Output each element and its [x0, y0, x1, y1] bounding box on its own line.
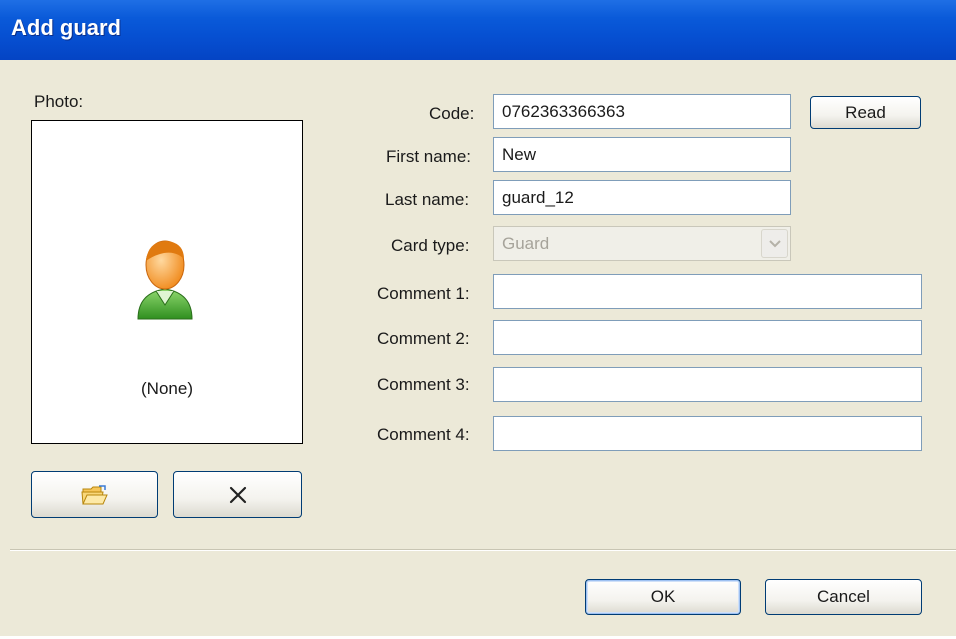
comment-3-input[interactable] — [493, 367, 922, 402]
comment-4-label: Comment 4: — [377, 425, 470, 444]
browse-photo-button[interactable] — [31, 471, 158, 518]
open-folder-icon — [80, 484, 108, 504]
comment-1-input[interactable] — [493, 274, 922, 309]
user-avatar-icon — [137, 240, 193, 320]
card-type-label: Card type: — [391, 236, 470, 255]
add-guard-dialog: Add guard Photo: (None) Code: First name… — [0, 0, 956, 639]
chevron-down-icon — [761, 229, 788, 258]
first-name-input[interactable] — [493, 137, 791, 172]
card-type-select: Guard — [493, 226, 791, 261]
comment-3-label: Comment 3: — [377, 375, 470, 394]
comment-2-input[interactable] — [493, 320, 922, 355]
photo-label: Photo: — [34, 92, 84, 111]
clear-photo-button[interactable] — [173, 471, 302, 518]
comment-2-label: Comment 2: — [377, 329, 470, 348]
photo-none-text: (None) — [141, 379, 193, 398]
comment-4-input[interactable] — [493, 416, 922, 451]
code-label: Code: — [429, 104, 475, 123]
comment-1-label: Comment 1: — [377, 284, 470, 303]
ok-button[interactable]: OK — [585, 579, 741, 615]
cancel-button[interactable]: Cancel — [765, 579, 922, 615]
footer-separator — [10, 549, 956, 551]
title-bar[interactable]: Add guard — [0, 0, 956, 60]
code-input[interactable] — [493, 94, 791, 129]
read-button[interactable]: Read — [810, 96, 921, 129]
last-name-input[interactable] — [493, 180, 791, 215]
card-type-value: Guard — [502, 234, 550, 253]
photo-preview: (None) — [31, 120, 303, 444]
last-name-label: Last name: — [385, 190, 470, 209]
close-x-icon — [229, 486, 246, 503]
first-name-label: First name: — [386, 147, 472, 166]
dialog-title: Add guard — [11, 15, 121, 40]
